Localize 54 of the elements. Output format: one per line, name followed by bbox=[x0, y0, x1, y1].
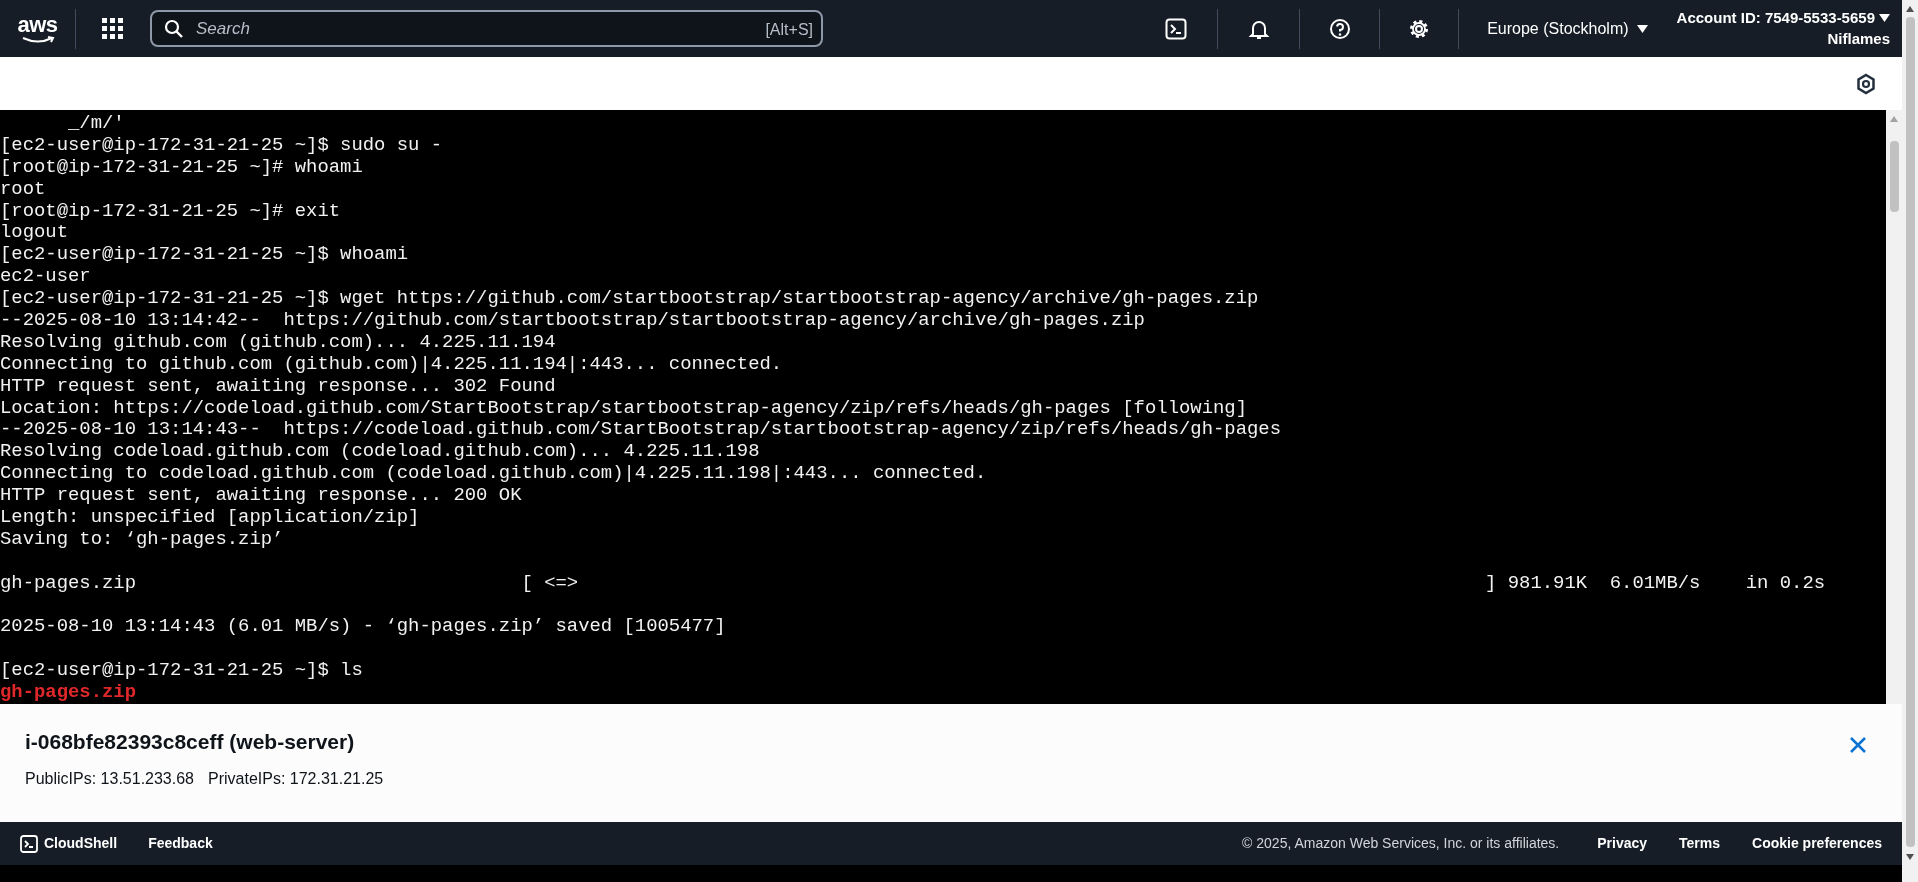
feedback-link[interactable]: Feedback bbox=[148, 833, 213, 854]
terminal-line: --2025-08-10 13:14:42-- https://github.com/startbootstrap/startbootstrap-agency/archive/gh-pages.zip bbox=[0, 310, 1145, 332]
terminal-icon bbox=[20, 834, 38, 853]
aws-logo[interactable]: aws bbox=[17, 13, 58, 44]
region-menu[interactable]: Europe (Stockholm) bbox=[1487, 16, 1648, 41]
terminal-line: HTTP request sent, awaiting response... 200 OK bbox=[0, 485, 522, 508]
terminal-scrollbar[interactable] bbox=[1886, 110, 1902, 704]
public-ips: PublicIPs: 13.51.233.68 bbox=[25, 768, 194, 789]
terminal-line: HTTP request sent, awaiting response... 302 Found bbox=[0, 375, 556, 398]
account-menu[interactable]: Account ID: 7549-5533-5659 bbox=[1676, 8, 1890, 28]
terminal-line: logout bbox=[0, 222, 69, 245]
terminal-line: Connecting to github.com (github.com)|4.225.11.194|:443... connected. bbox=[0, 353, 783, 376]
terminal-line: ec2-user bbox=[0, 266, 91, 289]
shortcut-hint: [Alt+S] bbox=[765, 20, 813, 40]
hexagon-icon[interactable] bbox=[1856, 72, 1876, 95]
terminal-line: [ec2-user@ip-172-31-21-25 ~]$ ls bbox=[0, 660, 363, 683]
terminal-line: Resolving github.com (github.com)... 4.225.11.194 bbox=[0, 331, 556, 354]
caret-icon bbox=[1879, 14, 1890, 23]
scroll-down-icon[interactable] bbox=[1905, 853, 1915, 861]
page-scrollbar[interactable] bbox=[1902, 0, 1918, 882]
scrollbar-thumb[interactable] bbox=[1889, 141, 1899, 212]
cloudshell-button[interactable]: CloudShell bbox=[20, 833, 118, 854]
copyright-text: © 2025, Amazon Web Services, Inc. or its affiliates. bbox=[1242, 834, 1560, 853]
terminal-line: [root@ip-172-31-21-25 ~]# exit bbox=[0, 200, 341, 223]
caret-icon bbox=[1636, 24, 1648, 33]
terminal-line: [root@ip-172-31-21-25 ~]# whoami bbox=[0, 156, 363, 179]
scrollbar-thumb[interactable] bbox=[1905, 17, 1915, 847]
user-name: Niflames bbox=[1827, 29, 1890, 49]
settings-icon[interactable] bbox=[1408, 17, 1431, 40]
terminal-line: root bbox=[0, 178, 46, 201]
terminal-line: Location: https://codeload.github.com/StartBootstrap/startbootstrap-agency/zip/refs/heads/gh-pages [following] bbox=[0, 397, 1247, 420]
terminal-line: gh-pages.zip [ <=> ] 981.91K 6.01MB/s in 0.2s bbox=[0, 572, 1826, 595]
terminal-line: Saving to: ‘gh-pages.zip’ bbox=[0, 528, 284, 551]
terminal-icon[interactable] bbox=[1165, 17, 1188, 40]
terminal-line: Resolving codeload.github.com (codeload.github.com)... 4.225.11.198 bbox=[0, 441, 760, 464]
file-name: gh-pages.zip bbox=[0, 682, 137, 704]
help-icon[interactable] bbox=[1329, 17, 1352, 40]
terminal-line: --2025-08-10 13:14:43-- https://codeload.github.com/StartBootstrap/startbootstrap-agency/zip/refs/heads/gh-pages bbox=[0, 419, 1281, 442]
private-ips: PrivateIPs: 172.31.21.25 bbox=[208, 768, 384, 789]
cookie-preferences-link[interactable]: Cookie preferences bbox=[1752, 833, 1882, 854]
terminal-line: 2025-08-10 13:14:43 (6.01 MB/s) - ‘gh-pages.zip’ saved [1005477] bbox=[0, 616, 726, 639]
terminal-line: Connecting to codeload.github.com (codeload.github.com)|4.225.11.198|:443... connected. bbox=[0, 463, 987, 486]
close-icon[interactable] bbox=[1849, 736, 1867, 754]
terminal-line: Length: unspecified [application/zip] bbox=[0, 507, 420, 529]
search-icon bbox=[164, 19, 184, 39]
terminal-line: _/m/' bbox=[67, 113, 125, 135]
terminal-line: [ec2-user@ip-172-31-21-25 ~]$ sudo su - bbox=[0, 134, 443, 157]
privacy-link[interactable]: Privacy bbox=[1597, 833, 1648, 854]
terms-link[interactable]: Terms bbox=[1679, 833, 1721, 854]
grid-menu-icon[interactable] bbox=[102, 17, 124, 40]
scroll-up-icon[interactable] bbox=[1905, 5, 1915, 13]
terminal-line: [ec2-user@ip-172-31-21-25 ~]$ whoami bbox=[0, 244, 409, 267]
terminal-line: [ec2-user@ip-172-31-21-25 ~]$ wget https://github.com/startbootstrap/startbootstrap-agency/archive/gh-pages.zip bbox=[0, 288, 1259, 310]
instance-title: i-068bfe82393c8ceff (web-server) bbox=[25, 729, 356, 755]
